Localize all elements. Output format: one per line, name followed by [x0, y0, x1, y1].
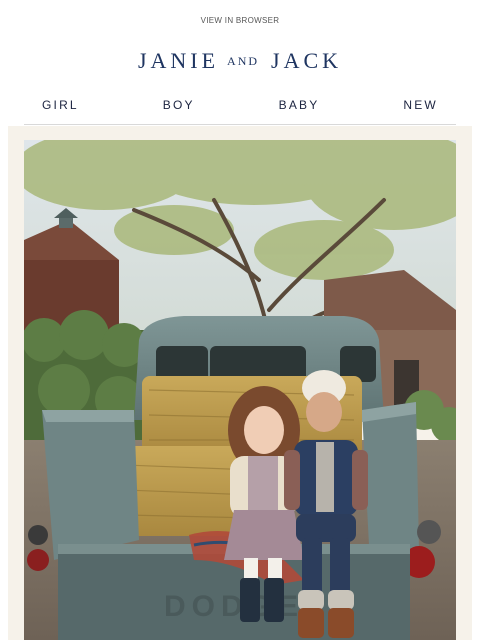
brand-word-and: AND — [227, 53, 260, 68]
hero-image[interactable]: DODGE — [24, 140, 456, 640]
nav-divider — [24, 124, 456, 125]
brand-logo[interactable]: JANIE AND JACK — [0, 48, 480, 74]
nav-item-girl[interactable]: GIRL — [24, 98, 97, 112]
brand-word-jack: JACK — [271, 48, 343, 73]
nav-item-boy[interactable]: BOY — [145, 98, 213, 112]
nav-item-baby[interactable]: BABY — [261, 98, 338, 112]
view-in-browser-link[interactable]: VIEW IN BROWSER — [0, 16, 480, 25]
main-nav: GIRL BOY BABY NEW — [24, 96, 456, 114]
brand-word-janie: JANIE — [137, 48, 220, 73]
nav-item-new[interactable]: NEW — [385, 98, 456, 112]
